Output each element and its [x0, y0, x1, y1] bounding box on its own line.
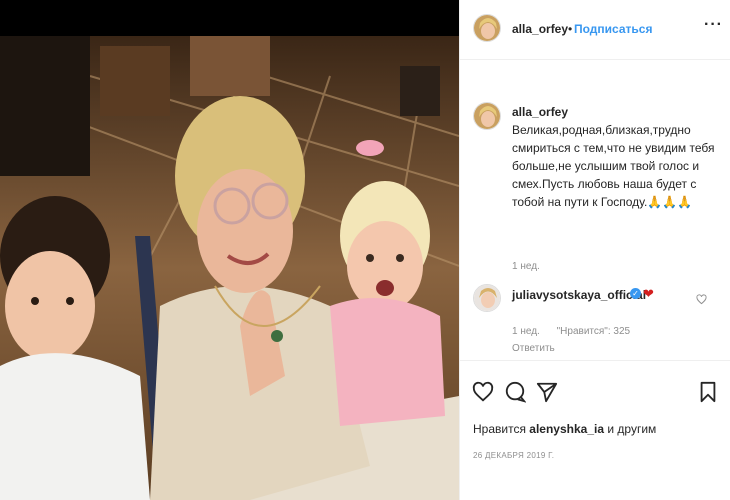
- caption-username[interactable]: alla_orfey: [512, 103, 717, 121]
- likes-suffix[interactable]: и другим: [607, 422, 656, 436]
- caption-author-avatar[interactable]: [473, 102, 501, 130]
- bookmark-icon[interactable]: [698, 381, 718, 408]
- post-sidebar: alla_orfey • Подписаться ··· alla_orfey …: [459, 0, 730, 500]
- caption-text: Великая,родная,близкая,трудно смириться …: [512, 123, 715, 209]
- comment-text: ❤: [643, 286, 654, 301]
- likes-user[interactable]: alenyshka_ia: [529, 422, 604, 436]
- photo-top-bar: [0, 0, 459, 36]
- comment-likes-count[interactable]: "Нравится": 325: [557, 326, 630, 337]
- post-caption: alla_orfey Великая,родная,близкая,трудно…: [512, 103, 717, 211]
- likes-prefix: Нравится: [473, 422, 526, 436]
- comment-like-icon[interactable]: [696, 294, 707, 308]
- more-options-icon[interactable]: ···: [704, 16, 723, 34]
- heart-icon[interactable]: [472, 381, 494, 408]
- action-bar: [460, 360, 730, 422]
- comment-icon[interactable]: [504, 381, 527, 408]
- reply-button[interactable]: Ответить: [512, 343, 555, 354]
- commenter-username[interactable]: juliavysotskaya_official: [512, 288, 646, 302]
- caption-timestamp[interactable]: 1 нед.: [512, 261, 540, 272]
- comment-timestamp[interactable]: 1 нед.: [512, 326, 540, 337]
- author-avatar[interactable]: [473, 14, 501, 42]
- post-photo[interactable]: [0, 36, 459, 500]
- follow-button[interactable]: Подписаться: [574, 22, 652, 36]
- comment-meta: 1 нед. "Нравится": 325: [512, 326, 644, 337]
- likes-summary: Нравится alenyshka_ia и другим: [473, 422, 656, 436]
- photo-illustration: [0, 36, 459, 500]
- verified-badge-icon: ✓: [630, 288, 641, 299]
- post-header: alla_orfey • Подписаться ···: [460, 0, 730, 60]
- post-date[interactable]: 26 ДЕКАБРЯ 2019 Г.: [473, 451, 554, 460]
- author-username[interactable]: alla_orfey: [512, 22, 568, 36]
- separator-dot: •: [568, 22, 573, 36]
- commenter-avatar[interactable]: [473, 284, 501, 312]
- share-icon[interactable]: [536, 381, 558, 408]
